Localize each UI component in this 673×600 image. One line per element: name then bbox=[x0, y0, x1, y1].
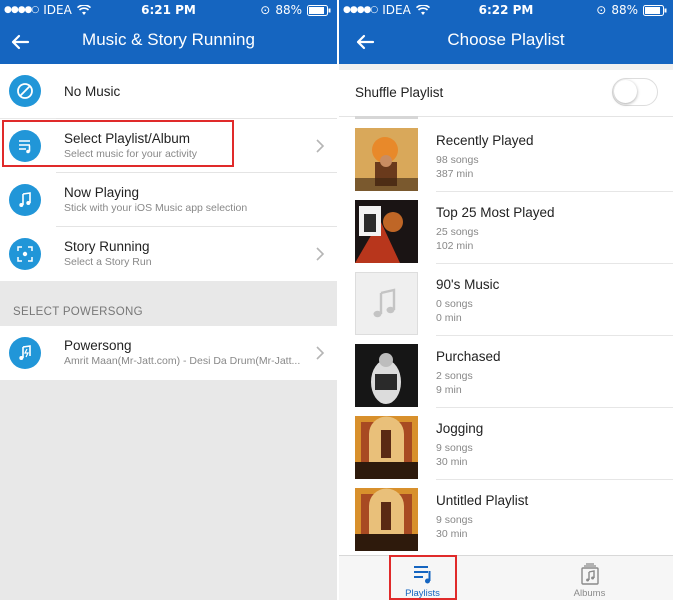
page-title: Music & Story Running bbox=[82, 30, 255, 49]
option-label: Now Playing bbox=[64, 185, 140, 200]
battery-percent: 88% bbox=[611, 3, 638, 17]
status-bar: ●●●●○ IDEA 6:21 PM ⊙ 88% bbox=[0, 0, 337, 20]
rotation-lock-icon: ⊙ bbox=[596, 3, 607, 17]
playlist-song-count: 2 songs bbox=[436, 370, 473, 382]
playlist-duration: 30 min bbox=[436, 528, 468, 540]
chevron-right-icon bbox=[316, 247, 325, 261]
playlist-row-jogging[interactable]: Jogging 9 songs 30 min bbox=[339, 408, 673, 480]
playlist-artwork bbox=[355, 344, 418, 407]
option-story-running[interactable]: Story Running Select a Story Run bbox=[0, 227, 337, 281]
playlist-name: Untitled Playlist bbox=[436, 493, 529, 508]
playlist-song-count: 25 songs bbox=[436, 226, 479, 238]
playlist-name: Top 25 Most Played bbox=[436, 205, 555, 220]
playlist-row-purchased[interactable]: Purchased 2 songs 9 min bbox=[339, 336, 673, 408]
playlist-artwork bbox=[355, 128, 418, 191]
battery-icon bbox=[643, 4, 667, 16]
option-subtitle: Amrit Maan(Mr-Jatt.com) - Desi Da Drum(M… bbox=[64, 355, 301, 367]
option-subtitle: Stick with your iOS Music app selection bbox=[64, 202, 248, 214]
playlist-artwork bbox=[355, 200, 418, 263]
option-no-music[interactable]: No Music bbox=[0, 64, 337, 118]
shuffle-toggle[interactable] bbox=[612, 78, 658, 106]
highlight-annotation bbox=[389, 555, 457, 600]
highlight-annotation bbox=[2, 120, 234, 167]
playlist-song-count: 9 songs bbox=[436, 442, 473, 454]
tab-albums[interactable]: Albums bbox=[506, 556, 673, 600]
rotation-lock-icon: ⊙ bbox=[260, 3, 271, 17]
story-run-icon bbox=[9, 238, 41, 270]
tab-label: Albums bbox=[573, 588, 606, 599]
playlist-row-untitled[interactable]: Untitled Playlist 9 songs 30 min bbox=[339, 480, 673, 552]
playlist-row-recently-played[interactable]: Recently Played 98 songs 387 min bbox=[339, 120, 673, 192]
playlist-song-count: 98 songs bbox=[436, 154, 479, 166]
page-title: Choose Playlist bbox=[447, 30, 565, 49]
option-label: No Music bbox=[64, 84, 121, 99]
playlist-artwork bbox=[355, 416, 418, 479]
chevron-right-icon bbox=[316, 139, 325, 153]
nav-bar: Music & Story Running bbox=[0, 20, 337, 64]
music-settings-screen: ●●●●○ IDEA 6:21 PM ⊙ 88% Music & Story R… bbox=[0, 0, 337, 600]
album-tab-icon bbox=[581, 563, 599, 585]
powersong-icon bbox=[9, 337, 41, 369]
playlist-artwork bbox=[355, 488, 418, 551]
music-note-icon bbox=[9, 184, 41, 216]
option-label: Powersong bbox=[64, 338, 132, 353]
nav-bar: Choose Playlist bbox=[339, 20, 673, 64]
battery-percent: 88% bbox=[275, 3, 302, 17]
playlist-name: 90's Music bbox=[436, 277, 500, 292]
playlist-duration: 387 min bbox=[436, 168, 474, 180]
option-subtitle: Select a Story Run bbox=[64, 256, 152, 268]
playlist-duration: 30 min bbox=[436, 456, 468, 468]
option-powersong[interactable]: Powersong Amrit Maan(Mr-Jatt.com) - Desi… bbox=[0, 326, 337, 380]
no-music-icon bbox=[9, 75, 41, 107]
playlist-song-count: 9 songs bbox=[436, 514, 473, 526]
option-now-playing[interactable]: Now Playing Stick with your iOS Music ap… bbox=[0, 173, 337, 227]
playlist-song-count: 0 songs bbox=[436, 298, 473, 310]
chevron-right-icon bbox=[316, 346, 325, 360]
section-header-powersong: SELECT POWERSONG bbox=[13, 306, 143, 318]
toggle-knob bbox=[614, 80, 637, 103]
playlist-name: Recently Played bbox=[436, 133, 534, 148]
playlist-duration: 102 min bbox=[436, 240, 474, 252]
playlist-duration: 0 min bbox=[436, 312, 462, 324]
playlist-name: Purchased bbox=[436, 349, 501, 364]
shuffle-playlist-row: Shuffle Playlist bbox=[339, 70, 673, 116]
option-label: Story Running bbox=[64, 239, 150, 254]
music-note-placeholder-icon bbox=[355, 272, 418, 335]
partial-thumbnail bbox=[355, 116, 418, 119]
playlist-row-top-25[interactable]: Top 25 Most Played 25 songs 102 min bbox=[339, 192, 673, 264]
status-bar: ●●●●○ IDEA 6:22 PM ⊙ 88% bbox=[339, 0, 673, 20]
shuffle-label: Shuffle Playlist bbox=[355, 85, 444, 100]
playlist-row-90s-music[interactable]: 90's Music 0 songs 0 min bbox=[339, 264, 673, 336]
choose-playlist-screen: ●●●●○ IDEA 6:22 PM ⊙ 88% Choose Playlist… bbox=[339, 0, 673, 600]
battery-icon bbox=[307, 4, 331, 16]
playlist-duration: 9 min bbox=[436, 384, 462, 396]
playlist-name: Jogging bbox=[436, 421, 484, 436]
